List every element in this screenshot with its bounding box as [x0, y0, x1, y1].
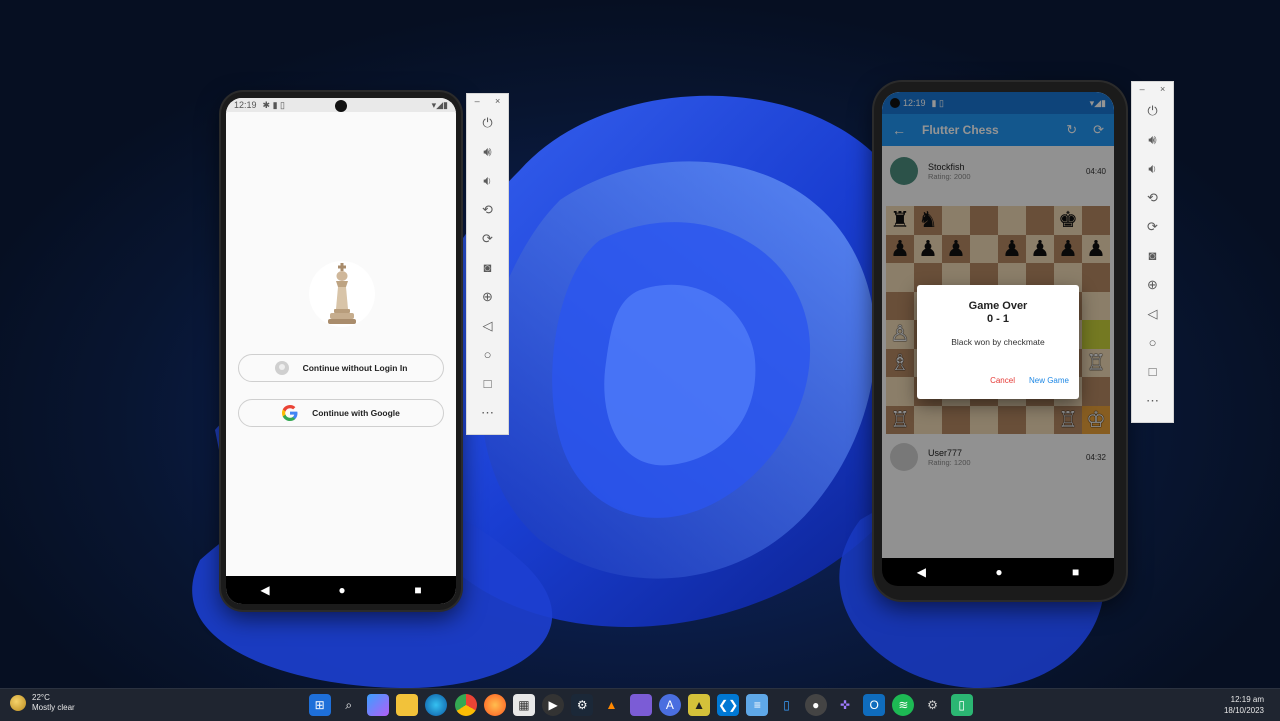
nav-home-icon[interactable]: ● — [995, 565, 1002, 579]
clapper-icon[interactable] — [629, 694, 652, 716]
copilot-icon[interactable] — [366, 694, 389, 716]
weather-temperature: 22°C — [32, 693, 50, 702]
outlook-icon[interactable]: O — [863, 694, 886, 716]
notes-app-icon[interactable]: ▯ — [950, 694, 973, 716]
signal-battery-icon: ▾◢▮ — [431, 99, 448, 110]
phone-emulator-left: 12:19 ✱ ▮ ▯ ▾◢▮ Continue without Login I… — [221, 92, 461, 610]
home-icon[interactable]: ○ — [1139, 328, 1167, 357]
phone-emulator-right: 12:19 ▮ ▯ ▾◢▮ ← Flutter Chess ↻ ⟳ Stockf… — [874, 82, 1126, 600]
settings-icon[interactable]: ⚙ — [922, 694, 944, 716]
more-icon[interactable]: ⋯ — [474, 398, 502, 427]
nav-back-icon[interactable]: ◀ — [260, 583, 269, 597]
rotate-left-icon[interactable]: ⟲ — [1139, 183, 1167, 212]
dialog-header: Game Over 0 - 1 — [917, 285, 1079, 326]
spotify-icon[interactable]: ≋ — [892, 694, 915, 716]
chrome-icon[interactable] — [454, 694, 477, 716]
avatar-icon — [274, 361, 289, 375]
zoom-icon[interactable]: ⊕ — [1139, 270, 1167, 299]
button-label: Continue without Login In — [302, 363, 408, 373]
media-player-icon[interactable]: ▶ — [542, 694, 565, 716]
phone-screen: 12:19 ▮ ▯ ▾◢▮ ← Flutter Chess ↻ ⟳ Stockf… — [882, 92, 1114, 560]
android-studio-icon[interactable]: ▲ — [688, 694, 711, 716]
new-game-button[interactable]: New Game — [1029, 376, 1069, 385]
overview-icon[interactable]: □ — [474, 369, 502, 398]
vscode-icon[interactable]: ❮❯ — [717, 694, 740, 716]
home-icon[interactable]: ○ — [474, 340, 502, 369]
continue-with-google-button[interactable]: Continue with Google — [238, 399, 444, 427]
status-time: 12:19 — [234, 100, 257, 110]
nav-home-icon[interactable]: ● — [338, 583, 345, 597]
steam-icon[interactable]: ⚙ — [571, 694, 594, 716]
system-clock[interactable]: 12:19 am 18/10/2023 — [1224, 694, 1264, 716]
game-controller-icon[interactable]: ✜ — [834, 694, 856, 716]
camera-icon[interactable]: ◙ — [474, 253, 502, 282]
minimize-button[interactable]: – — [1140, 84, 1145, 94]
continue-without-login-button[interactable]: Continue without Login In — [238, 354, 444, 382]
notification-icons: ✱ ▮ ▯ — [262, 99, 285, 110]
rotate-right-icon[interactable]: ⟳ — [474, 224, 502, 253]
chess-king-logo-icon — [328, 263, 356, 324]
close-button[interactable]: × — [1160, 84, 1165, 94]
dialog-message: Black won by checkmate — [951, 337, 1045, 347]
moon-weather-icon — [10, 695, 26, 711]
clock-time: 12:19 am — [1230, 695, 1264, 704]
emulator-toolbar-right: – × ⏻ 🔊︎ 🔉︎ ⟲ ⟳ ◙ ⊕ ◁ ○ □ ⋯ — [1131, 81, 1174, 423]
nav-back-icon[interactable]: ◀ — [917, 565, 926, 579]
back-icon[interactable]: ◁ — [1139, 299, 1167, 328]
cancel-button[interactable]: Cancel — [990, 376, 1015, 385]
android-nav-bar: ◀ ● ■ — [226, 576, 456, 604]
close-button[interactable]: × — [495, 96, 500, 106]
toolbar-window-controls: – × — [467, 94, 508, 108]
phone-link-icon[interactable]: ▯ — [776, 694, 798, 716]
firefox-icon[interactable] — [483, 694, 506, 716]
game-over-dialog: Game Over 0 - 1 Black won by checkmate C… — [917, 285, 1079, 399]
vlc-icon[interactable]: ▲ — [600, 694, 622, 716]
windows-taskbar: 22°C Mostly clear ⊞ ⌕ ▦ ▶ ⚙ ▲ A ▲ ❮❯ ≡ ▯… — [0, 688, 1280, 721]
volume-up-icon[interactable]: 🔊︎ — [1139, 125, 1167, 154]
clock-date: 18/10/2023 — [1223, 706, 1264, 715]
volume-up-icon[interactable]: 🔊︎ — [474, 137, 502, 166]
minimize-button[interactable]: – — [475, 96, 480, 106]
back-icon[interactable]: ◁ — [474, 311, 502, 340]
zoom-icon[interactable]: ⊕ — [474, 282, 502, 311]
ai-app-icon[interactable]: A — [658, 694, 681, 716]
camera-icon[interactable]: ◙ — [1139, 241, 1167, 270]
taskbar-app-strip: ⊞ ⌕ ▦ ▶ ⚙ ▲ A ▲ ❮❯ ≡ ▯ ● ✜ O ≋ ⚙ ▯ — [305, 694, 976, 716]
github-desktop-icon[interactable]: ● — [804, 694, 827, 716]
file-explorer-icon[interactable] — [396, 694, 419, 716]
volume-down-icon[interactable]: 🔉︎ — [1139, 154, 1167, 183]
toolbar-window-controls: – × — [1132, 82, 1173, 96]
emulator-toolbar-left: – × ⏻ 🔊︎ 🔉︎ ⟲ ⟳ ◙ ⊕ ◁ ○ □ ⋯ — [466, 93, 509, 435]
app-logo — [309, 261, 375, 327]
store-icon[interactable]: ▦ — [512, 694, 535, 716]
rotate-right-icon[interactable]: ⟳ — [1139, 212, 1167, 241]
edge-icon[interactable] — [425, 694, 448, 716]
more-icon[interactable]: ⋯ — [1139, 386, 1167, 415]
android-nav-bar: ◀ ● ■ — [882, 558, 1114, 586]
notepad-icon[interactable]: ≡ — [746, 694, 769, 716]
power-icon[interactable]: ⏻ — [1139, 96, 1167, 125]
overview-icon[interactable]: □ — [1139, 357, 1167, 386]
search-icon[interactable]: ⌕ — [338, 694, 360, 716]
rotate-left-icon[interactable]: ⟲ — [474, 195, 502, 224]
nav-recents-icon[interactable]: ■ — [414, 583, 421, 597]
phone-screen: 12:19 ✱ ▮ ▯ ▾◢▮ Continue without Login I… — [226, 98, 456, 604]
camera-cutout — [335, 100, 347, 112]
dialog-score: 0 - 1 — [986, 313, 1009, 325]
windows-start-icon[interactable]: ⊞ — [308, 694, 331, 716]
weather-condition: Mostly clear — [32, 703, 75, 712]
volume-down-icon[interactable]: 🔉︎ — [474, 166, 502, 195]
power-icon[interactable]: ⏻ — [474, 108, 502, 137]
google-g-icon — [282, 405, 298, 421]
dialog-actions: Cancel New Game — [990, 376, 1069, 385]
weather-widget[interactable]: 22°C Mostly clear — [10, 693, 75, 713]
dialog-title: Game Over — [968, 300, 1028, 312]
nav-recents-icon[interactable]: ■ — [1072, 565, 1079, 579]
button-label: Continue with Google — [312, 408, 400, 418]
